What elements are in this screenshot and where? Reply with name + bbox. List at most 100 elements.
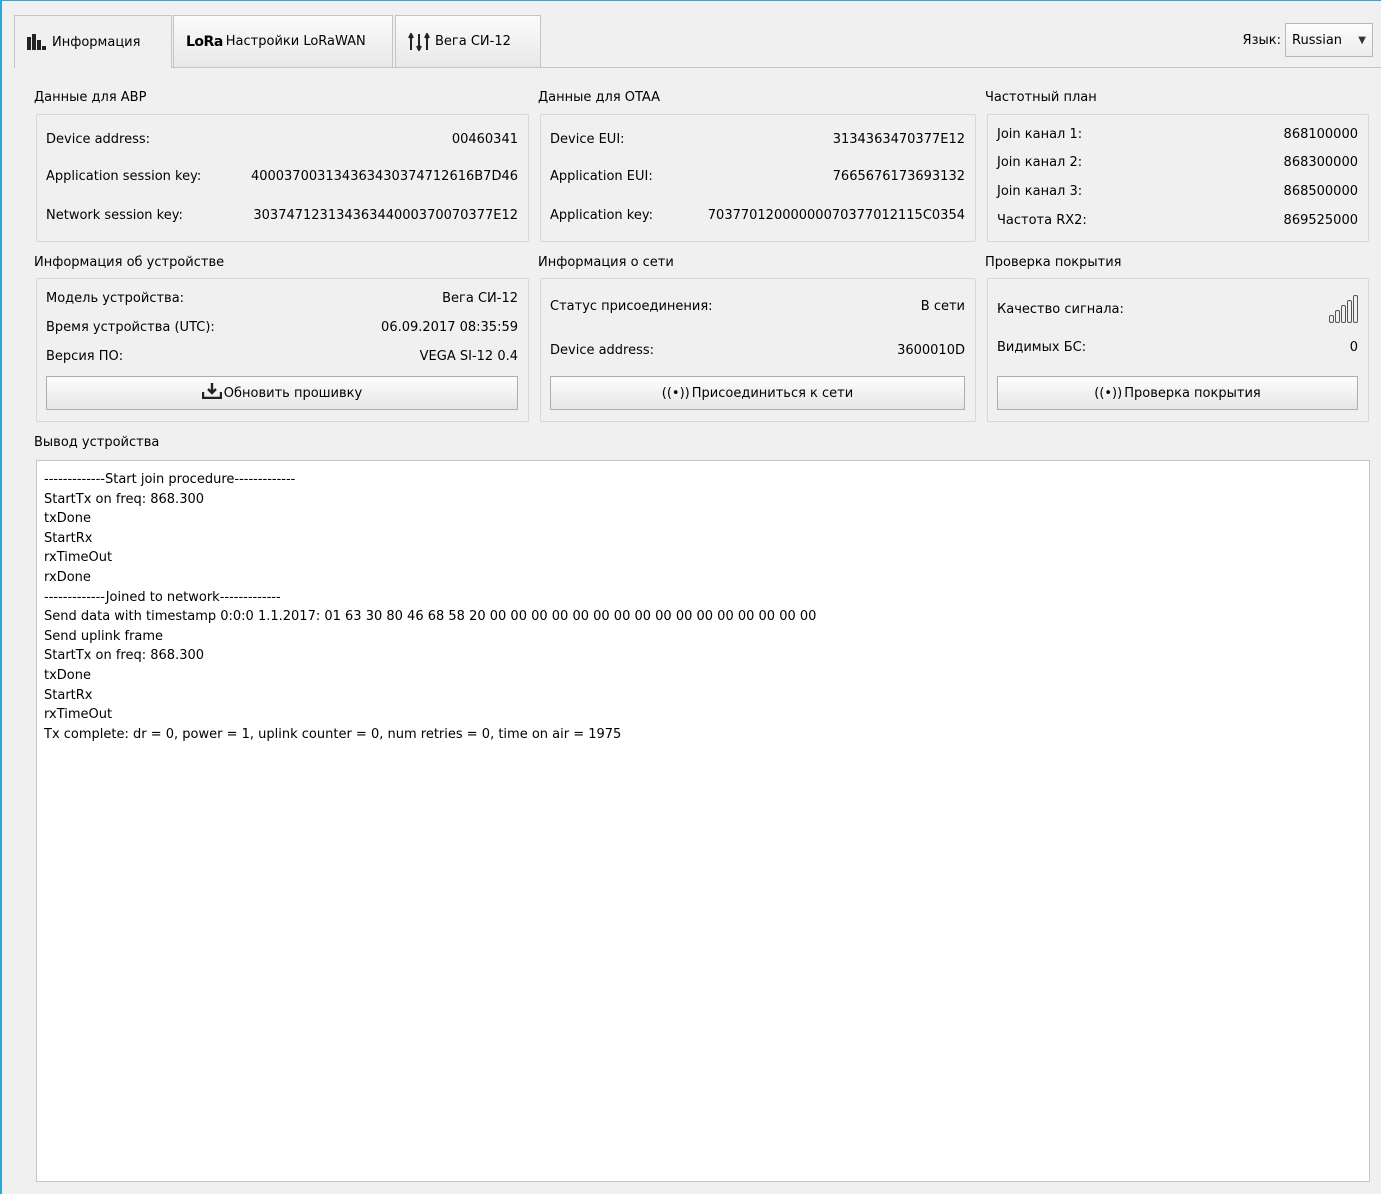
tab-content-border	[14, 67, 1381, 68]
network-device-address-value: 3600010D	[897, 343, 965, 358]
abp-net-session-key-label: Network session key:	[46, 208, 183, 223]
network-device-address-label: Device address:	[550, 343, 655, 358]
visible-bs-value: 0	[1349, 340, 1358, 355]
otaa-section-title: Данные для OTAA	[538, 90, 661, 105]
otaa-app-key-label: Application key:	[550, 208, 653, 223]
abp-net-session-key-row: Network session key: 3037471231343634400…	[46, 208, 518, 223]
join-channel-2-value: 868300000	[1283, 155, 1358, 170]
coverage-check-button[interactable]: ((•)) Проверка покрытия	[997, 376, 1358, 410]
join-channel-2-row: Join канал 2: 868300000	[997, 155, 1358, 170]
lora-logo-icon: LoRa	[186, 33, 223, 50]
coverage-group: Качество сигнала: Видимых БС: 0 ((•)) Пр…	[987, 278, 1369, 422]
otaa-device-eui-row: Device EUI: 3134363470377E12	[550, 132, 965, 147]
coverage-section-title: Проверка покрытия	[985, 255, 1122, 270]
abp-app-session-key-label: Application session key:	[46, 169, 202, 184]
visible-bs-label: Видимых БС:	[997, 340, 1087, 355]
firmware-version-row: Версия ПО: VEGA SI-12 0.4	[46, 349, 518, 364]
rx2-frequency-value: 869525000	[1283, 213, 1358, 228]
signal-quality-row: Качество сигнала:	[997, 295, 1358, 323]
abp-net-session-key-value: 30374712313436344000370070377E12	[253, 208, 518, 223]
app-window: Информация LoRa Настройки LoRaWAN Вега С…	[0, 0, 1381, 1194]
tab-information[interactable]: Информация	[14, 15, 172, 68]
rx2-frequency-row: Частота RX2: 869525000	[997, 213, 1358, 228]
otaa-app-eui-row: Application EUI: 7665676173693132	[550, 169, 965, 184]
rx2-frequency-label: Частота RX2:	[997, 213, 1087, 228]
abp-device-address-value: 00460341	[451, 132, 518, 147]
signal-strength-icon	[1329, 295, 1358, 323]
join-channel-3-label: Join канал 3:	[997, 184, 1083, 199]
device-output-console[interactable]: -------------Start join procedure-------…	[36, 460, 1370, 1182]
wireless-icon: ((•))	[661, 385, 690, 401]
signal-bar	[1335, 310, 1340, 323]
otaa-app-key-value: 70377012000000070377012115C0354	[707, 208, 965, 223]
device-model-label: Модель устройства:	[46, 291, 185, 306]
firmware-version-label: Версия ПО:	[46, 349, 124, 364]
signal-quality-label: Качество сигнала:	[997, 301, 1124, 317]
device-info-group: Модель устройства: Вега СИ-12 Время устр…	[36, 278, 529, 422]
device-time-value: 06.09.2017 08:35:59	[381, 320, 518, 335]
network-info-group: Статус присоединения: В сети Device addr…	[540, 278, 976, 422]
tab-lorawan-label: Настройки LoRaWAN	[225, 34, 366, 49]
abp-app-session-key-value: 400037003134363430374712616B7D46	[250, 169, 518, 184]
join-channel-3-row: Join канал 3: 868500000	[997, 184, 1358, 199]
language-selector: Язык: Russian ▼	[1243, 23, 1373, 57]
bar-chart-icon	[27, 34, 49, 50]
otaa-app-eui-label: Application EUI:	[550, 169, 653, 184]
abp-group: Device address: 00460341 Application ses…	[36, 114, 529, 242]
firmware-version-value: VEGA SI-12 0.4	[419, 349, 518, 364]
freq-plan-section-title: Частотный план	[985, 90, 1097, 105]
freq-plan-group: Join канал 1: 868100000 Join канал 2: 86…	[987, 114, 1369, 242]
visible-bs-row: Видимых БС: 0	[997, 340, 1358, 355]
console-line: Send uplink frame	[44, 628, 164, 644]
join-channel-3-value: 868500000	[1283, 184, 1358, 199]
abp-app-session-key-row: Application session key: 400037003134363…	[46, 169, 518, 184]
sliders-icon	[408, 32, 432, 51]
console-line: -------------Start join procedure-------…	[44, 472, 296, 487]
network-info-section-title: Информация о сети	[538, 255, 674, 270]
console-line: Send data with timestamp 0:0:0 1.1.2017:…	[44, 609, 817, 625]
signal-bar	[1329, 315, 1334, 323]
signal-bar	[1341, 305, 1346, 323]
join-network-button[interactable]: ((•)) Присоединиться к сети	[550, 376, 965, 410]
tab-lorawan-settings[interactable]: LoRa Настройки LoRaWAN	[173, 15, 393, 67]
tab-device-label: Вега СИ-12	[435, 34, 511, 49]
language-select[interactable]: Russian ▼	[1285, 23, 1373, 57]
console-line: rxTimeOut	[44, 707, 113, 723]
console-line: rxTimeOut	[44, 550, 113, 566]
language-label: Язык:	[1242, 32, 1281, 48]
abp-device-address-row: Device address: 00460341	[46, 132, 518, 147]
console-line: txDone	[44, 667, 91, 683]
update-firmware-label: Обновить прошивку	[223, 385, 363, 401]
console-line: StartRx	[44, 530, 93, 546]
coverage-check-label: Проверка покрытия	[1124, 385, 1261, 401]
device-model-value: Вега СИ-12	[442, 291, 518, 306]
wireless-icon: ((•))	[1094, 385, 1123, 401]
otaa-app-key-row: Application key: 70377012000000070377012…	[550, 208, 965, 223]
tab-bar: Информация LoRa Настройки LoRaWAN Вега С…	[14, 15, 1381, 68]
language-value: Russian	[1292, 32, 1343, 48]
join-channel-1-row: Join канал 1: 868100000	[997, 127, 1358, 142]
device-time-label: Время устройства (UTC):	[46, 320, 215, 335]
console-line: txDone	[44, 511, 91, 527]
download-icon	[201, 383, 222, 403]
console-line: StartRx	[44, 687, 93, 703]
console-line: Tx complete: dr = 0, power = 1, uplink c…	[44, 726, 622, 742]
join-channel-1-value: 868100000	[1283, 127, 1358, 142]
abp-device-address-label: Device address:	[46, 132, 151, 147]
console-line: StartTx on freq: 868.300	[44, 491, 205, 507]
signal-bar	[1347, 300, 1352, 323]
console-line: StartTx on freq: 868.300	[44, 648, 205, 664]
join-status-label: Статус присоединения:	[550, 299, 713, 314]
console-line: -------------Joined to network----------…	[44, 589, 281, 605]
otaa-app-eui-value: 7665676173693132	[832, 169, 965, 184]
signal-bar	[1353, 295, 1358, 323]
join-channel-1-label: Join канал 1:	[997, 127, 1083, 142]
join-status-value: В сети	[920, 299, 965, 314]
otaa-group: Device EUI: 3134363470377E12 Application…	[540, 114, 976, 242]
tab-information-label: Информация	[52, 34, 141, 50]
update-firmware-button[interactable]: Обновить прошивку	[46, 376, 518, 410]
tab-device[interactable]: Вега СИ-12	[395, 15, 541, 67]
join-channel-2-label: Join канал 2:	[997, 155, 1083, 170]
abp-section-title: Данные для ABP	[34, 90, 147, 105]
otaa-device-eui-label: Device EUI:	[550, 132, 625, 147]
